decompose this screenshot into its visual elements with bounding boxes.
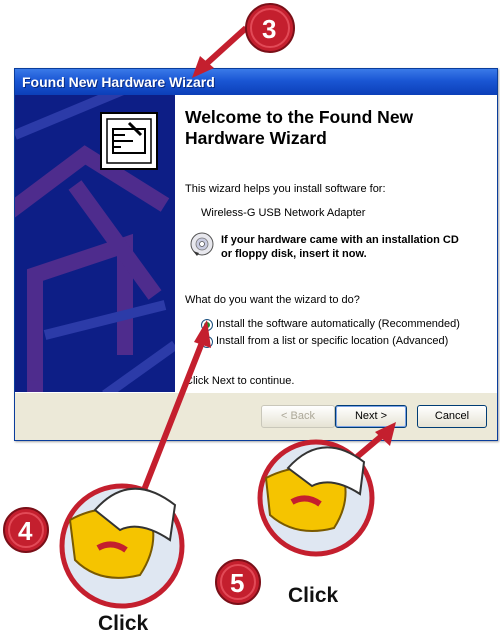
click-label-right: Click xyxy=(288,584,339,607)
step-4-number: 4 xyxy=(18,516,33,546)
step-5-number: 5 xyxy=(230,568,245,598)
arrow-icon xyxy=(192,25,249,78)
mouse-hand-icon xyxy=(257,439,375,557)
step-3-number: 3 xyxy=(262,14,277,44)
click-label-left: Click xyxy=(98,612,149,635)
annotation-overlay xyxy=(3,3,396,609)
mouse-hand-icon xyxy=(59,483,185,609)
